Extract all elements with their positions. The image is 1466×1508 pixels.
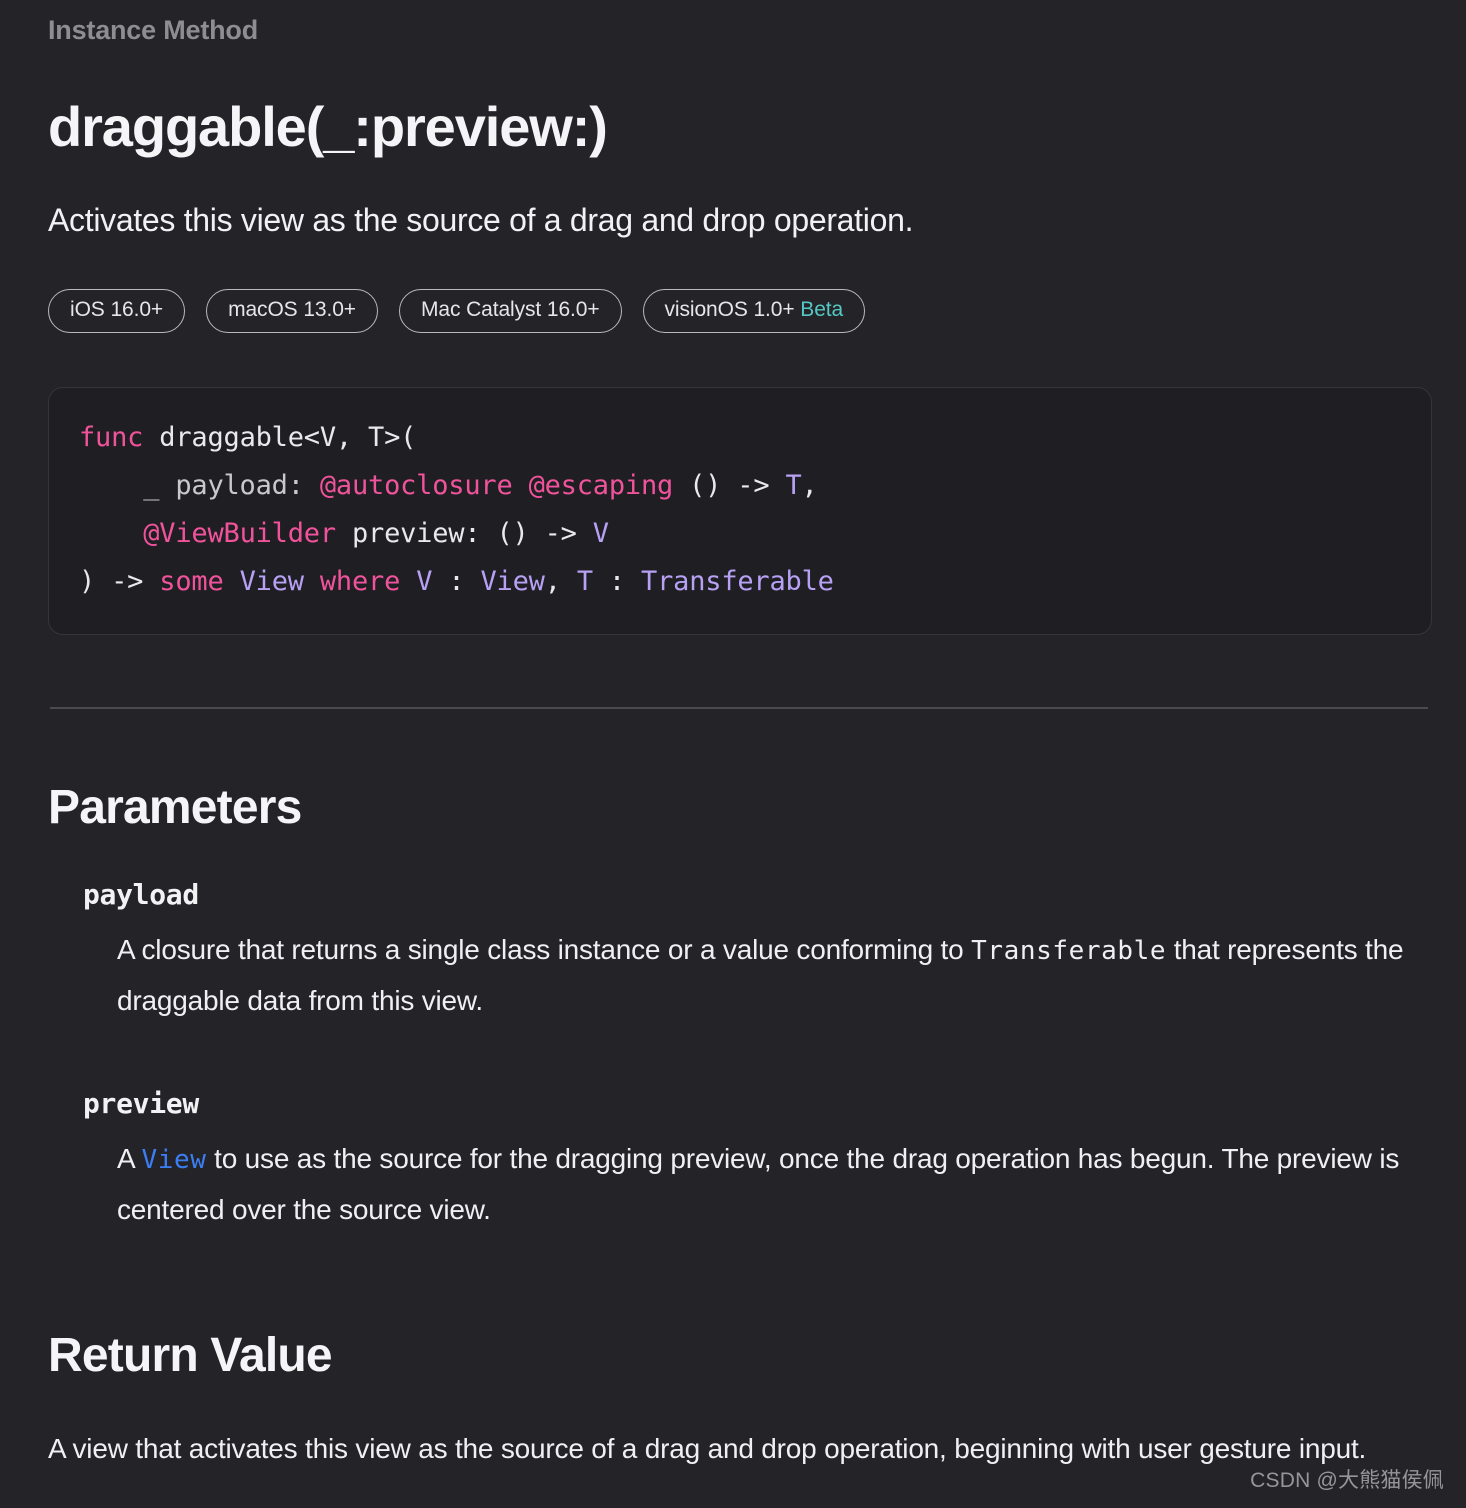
availability-badge-label: macOS 13.0+ [228,297,356,321]
parameters-heading: Parameters [48,780,302,834]
availability-badge-mac-catalyst: Mac Catalyst 16.0+ [398,288,622,333]
code-token: some [159,565,224,597]
code-token: V [592,517,609,549]
code-token: where [319,565,401,597]
return-value-text: A view that activates this view as the s… [48,1433,1367,1465]
code-token: , [544,565,577,597]
parameter-item-payload: payload A closure that returns a single … [48,877,1432,1026]
parameter-description-text: A [117,1142,142,1174]
page-title: draggable(_:preview:) [48,95,608,158]
parameter-item-preview: preview A View to use as the source for … [48,1086,1432,1235]
code-token: View [480,565,545,597]
code-token: @autoclosure @escaping [319,469,674,501]
symbol-link-view[interactable]: View [142,1145,207,1175]
availability-badge-visionos: visionOS 1.0+ Beta [642,288,866,333]
section-divider [50,706,1428,709]
symbol-kind-eyebrow: Instance Method [48,15,259,45]
code-token: T [576,565,593,597]
beta-tag: Beta [800,297,844,321]
parameter-description: A closure that returns a single class in… [117,925,1432,1026]
code-token: preview: () -> [335,517,593,549]
code-token: func [79,421,144,453]
parameter-list: payload A closure that returns a single … [48,877,1432,1235]
code-token: View [239,565,304,597]
code-token: , [801,469,818,501]
return-value-heading: Return Value [48,1328,333,1382]
code-token: V [416,565,433,597]
documentation-content: Instance Method draggable(_:preview:) Ac… [0,0,1466,1474]
availability-badge-macos: macOS 13.0+ [206,288,378,333]
csdn-watermark: CSDN @大熊猫侯佩 [1250,1469,1444,1492]
availability-badge-label: iOS 16.0+ [70,297,164,321]
code-token: draggable<V, T>( [143,421,417,453]
inline-code-transferable: Transferable [971,935,1167,966]
availability-badge-list: iOS 16.0+ macOS 13.0+ Mac Catalyst 16.0+… [48,288,1432,333]
code-token: _ payload: [79,469,320,501]
availability-badge-ios: iOS 16.0+ [48,288,186,333]
code-token: Transferable [641,565,834,597]
parameter-name: preview [83,1086,199,1120]
code-token: T [785,469,802,501]
parameter-description: A View to use as the source for the drag… [117,1134,1432,1235]
availability-badge-label: Mac Catalyst 16.0+ [420,297,600,321]
symbol-abstract: Activates this view as the source of a d… [48,201,914,238]
code-token: ) -> [79,565,160,597]
availability-badge-label: visionOS 1.0+ [664,297,795,321]
declaration-code-block: func draggable<V, T>( _ payload: @autocl… [48,386,1432,635]
documentation-page: Instance Method draggable(_:preview:) Ac… [0,0,1466,1508]
code-token: @ViewBuilder [143,517,336,549]
parameter-description-text-tail: to use as the source for the dragging pr… [117,1142,1400,1225]
parameter-description-text: A closure that returns a single class in… [117,933,972,965]
code-token: () -> [673,469,786,501]
code-token: : [432,565,481,597]
declaration-code: func draggable<V, T>( _ payload: @autocl… [79,422,834,597]
parameter-name: payload [83,877,199,911]
code-token: : [592,565,642,597]
